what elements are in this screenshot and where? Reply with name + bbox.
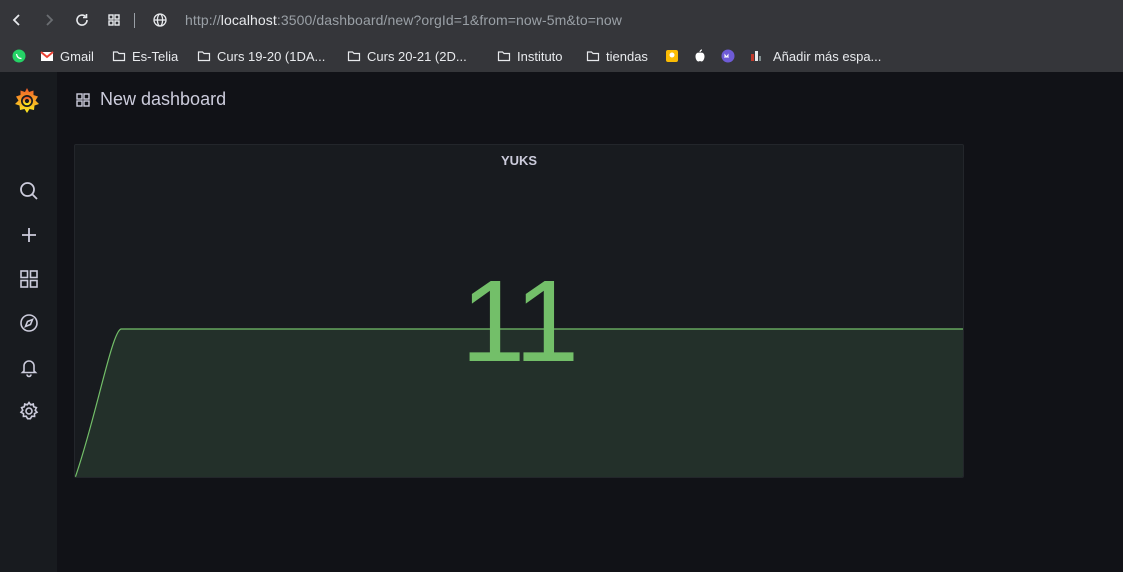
address-bar[interactable]: http://localhost:3500/dashboard/new?orgI… [185, 12, 622, 28]
folder-icon [347, 49, 361, 63]
explore-compass-icon[interactable] [16, 310, 42, 336]
url-separator [134, 13, 135, 28]
folder-icon [112, 49, 126, 63]
grafana-app: New dashboard YUKS 11 [0, 72, 1123, 572]
stat-panel[interactable]: YUKS 11 [74, 144, 964, 478]
gmail-icon [40, 49, 54, 63]
tabs-grid-icon[interactable] [104, 10, 124, 30]
bookmark-label: Instituto [517, 48, 563, 64]
bookmark-curs-19-20[interactable]: Curs 19-20 (1DA... [197, 47, 325, 65]
bookmark-tiendas[interactable]: tiendas [586, 47, 648, 65]
browser-nav-bar: http://localhost:3500/dashboard/new?orgI… [0, 0, 1123, 40]
url-path: :3500/dashboard/new?orgId=1&from=now-5m&… [276, 12, 622, 28]
search-icon[interactable] [16, 178, 42, 204]
bookmark-whatsapp[interactable] [12, 47, 26, 65]
stat-value: 11 [460, 256, 579, 386]
alerting-bell-icon[interactable] [16, 354, 42, 380]
folder-icon [197, 49, 211, 63]
reload-icon[interactable] [72, 10, 92, 30]
dashboard-header: New dashboard [75, 89, 226, 110]
bookmark-apple[interactable] [693, 47, 707, 65]
forward-icon[interactable] [39, 10, 59, 30]
dashboard-grid-icon [75, 92, 91, 108]
bookmark-label: Curs 20-21 (2D... [367, 48, 467, 64]
browser-chrome: http://localhost:3500/dashboard/new?orgI… [0, 0, 1123, 72]
apple-icon [693, 49, 707, 63]
panel-title[interactable]: YUKS [75, 153, 963, 168]
folder-icon [497, 49, 511, 63]
bookmark-keep[interactable] [665, 47, 679, 65]
bookmark-gmail[interactable]: Gmail [40, 47, 94, 65]
globe-icon [150, 10, 170, 30]
keep-icon [665, 49, 679, 63]
bookmark-label: Añadir más espa... [773, 48, 882, 64]
bookmark-instituto[interactable]: Instituto [497, 47, 563, 65]
create-plus-icon[interactable] [16, 222, 42, 248]
bookmark-label: Es-Telia [132, 48, 179, 64]
bookmarks-bar: Gmail Es-Telia Curs 19-20 (1DA... Curs 2… [0, 44, 1123, 66]
my-icon [721, 49, 735, 63]
bookmark-add-more[interactable]: Añadir más espa... [773, 47, 881, 65]
dashboards-grid-icon[interactable] [16, 266, 42, 292]
dashboard-main: New dashboard YUKS 11 [57, 72, 1123, 572]
bookmark-app[interactable] [749, 47, 763, 65]
url-host: localhost [220, 12, 277, 28]
dashboard-title[interactable]: New dashboard [100, 89, 226, 110]
bookmark-curs-20-21[interactable]: Curs 20-21 (2D... [347, 47, 467, 65]
app-icon [749, 49, 763, 63]
folder-icon [586, 49, 600, 63]
grafana-logo-icon[interactable] [12, 86, 42, 116]
bookmark-label: Gmail [60, 48, 94, 64]
bookmark-my[interactable] [721, 47, 735, 65]
bookmark-es-telia[interactable]: Es-Telia [112, 47, 178, 65]
whatsapp-icon [12, 49, 26, 63]
sidemenu [0, 72, 57, 572]
bookmark-label: tiendas [606, 48, 648, 64]
settings-gear-icon[interactable] [16, 398, 42, 424]
bookmark-label: Curs 19-20 (1DA... [217, 48, 326, 64]
back-icon[interactable] [7, 10, 27, 30]
url-scheme: http:// [185, 12, 221, 28]
